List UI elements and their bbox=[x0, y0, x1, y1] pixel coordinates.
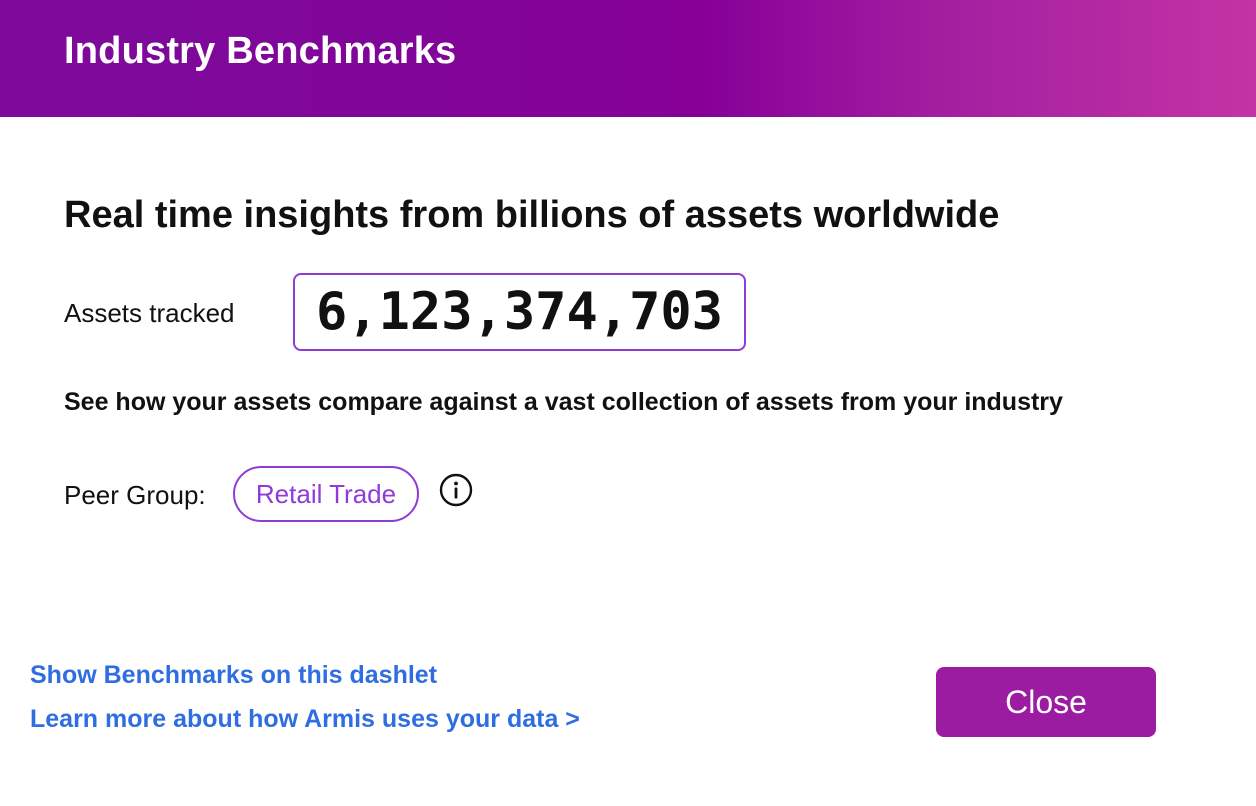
show-benchmarks-link[interactable]: Show Benchmarks on this dashlet bbox=[30, 661, 437, 690]
info-icon[interactable] bbox=[439, 473, 473, 507]
assets-counter: 6,123,374,703 bbox=[293, 273, 746, 351]
assets-tracked-label: Assets tracked bbox=[64, 298, 235, 328]
close-button[interactable]: Close bbox=[936, 667, 1156, 737]
compare-description: See how your assets compare against a va… bbox=[64, 388, 1063, 416]
insights-headline: Real time insights from billions of asse… bbox=[64, 194, 1000, 236]
assets-count-value: 6,123,374,703 bbox=[316, 282, 723, 342]
industry-benchmarks-modal: Industry Benchmarks Real time insights f… bbox=[0, 0, 1256, 806]
modal-title: Industry Benchmarks bbox=[64, 30, 457, 72]
peer-group-label: Peer Group: bbox=[64, 480, 206, 510]
modal-header: Industry Benchmarks bbox=[0, 0, 1256, 117]
learn-more-link[interactable]: Learn more about how Armis uses your dat… bbox=[30, 705, 580, 734]
peer-group-value: Retail Trade bbox=[255, 478, 397, 509]
peer-group-chip[interactable]: Retail Trade bbox=[233, 466, 419, 522]
